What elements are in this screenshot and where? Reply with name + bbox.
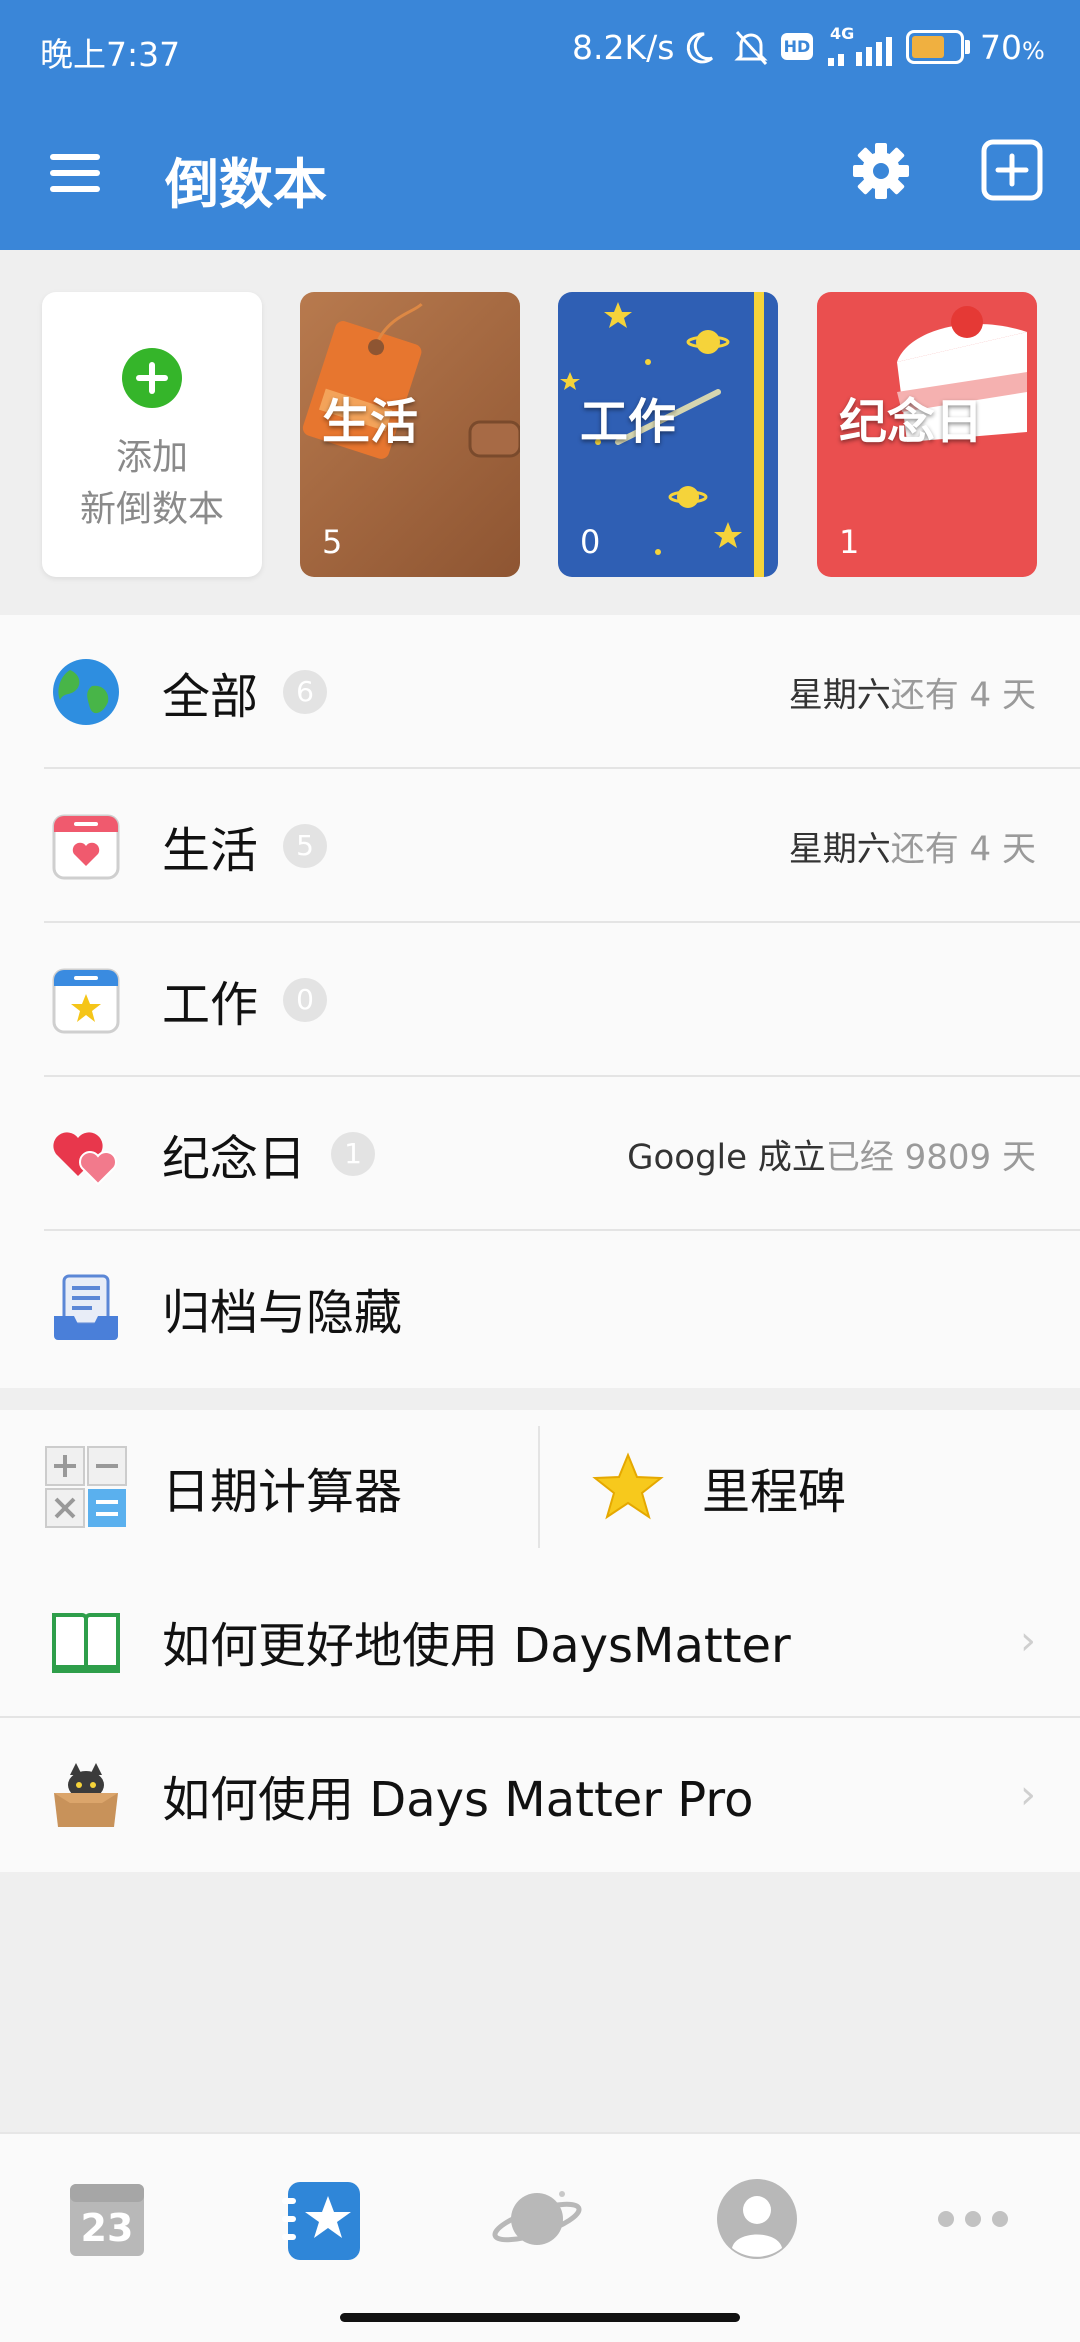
milestones-button[interactable]: 里程碑 [540, 1410, 1080, 1564]
moon-icon [686, 32, 714, 64]
more-icon [938, 2211, 1008, 2227]
notebook-life[interactable]: 生活 5 [300, 292, 520, 577]
add-notebook-card[interactable]: 添加 新倒数本 [42, 292, 262, 577]
status-network-speed: 8.2K/s [572, 28, 675, 67]
bottom-navigation: 23 [0, 2132, 1080, 2342]
milestones-label: 里程碑 [702, 1464, 847, 1520]
nav-calendar[interactable]: 23 [62, 2174, 152, 2264]
nav-calendar-day: 23 [80, 2206, 134, 2250]
profile-icon [717, 2179, 797, 2259]
battery-percent: 70% [980, 28, 1045, 67]
nav-discover[interactable] [492, 2174, 582, 2264]
gear-icon [853, 143, 909, 199]
tools-row: 日期计算器 里程碑 [0, 1410, 1080, 1566]
help-list: 如何更好地使用 DaysMatter › 如何使用 Days Matter Pr… [0, 1564, 1080, 1872]
chevron-right-icon: › [1020, 1772, 1036, 1818]
archive-icon [54, 1274, 118, 1340]
notebook-anniversary-title: 纪念日 [839, 394, 984, 450]
category-all-note: 星期六还有 4 天 [788, 675, 1036, 716]
hd-icon: HD [781, 33, 813, 60]
date-calculator-label: 日期计算器 [162, 1464, 403, 1520]
add-circle-icon [122, 348, 182, 408]
calendar-heart-icon [52, 814, 120, 880]
book-icon [52, 1613, 120, 1673]
category-life-badge: 5 [283, 824, 327, 868]
help-item-pro-label: 如何使用 Days Matter Pro [162, 1772, 754, 1828]
battery-tip [965, 40, 970, 54]
nav-profile[interactable] [712, 2174, 802, 2264]
add-notebook-button[interactable] [980, 138, 1044, 202]
nav-notebooks[interactable] [278, 2174, 368, 2264]
notebook-anniversary-count: 1 [839, 523, 860, 561]
category-life-label: 生活 [162, 823, 259, 879]
notebook-work-count: 0 [580, 523, 601, 561]
notebook-anniversary[interactable]: 纪念日 1 [817, 292, 1037, 577]
category-work[interactable]: 工作 0 [0, 923, 1080, 1077]
notebook-life-title: 生活 [322, 394, 419, 450]
help-item-pro[interactable]: 如何使用 Days Matter Pro › [0, 1718, 1080, 1872]
nav-more[interactable] [928, 2174, 1018, 2264]
mute-bell-icon [734, 30, 768, 66]
category-work-label: 工作 [162, 977, 259, 1033]
notebook-work[interactable]: 工作 0 [558, 292, 778, 577]
add-box-icon [981, 139, 1043, 201]
page-title: 倒数本 [165, 153, 327, 216]
category-archive-label: 归档与隐藏 [162, 1285, 403, 1341]
add-notebook-label-2: 新倒数本 [79, 489, 224, 530]
menu-icon [50, 154, 100, 192]
star-icon [592, 1452, 664, 1520]
hearts-icon [53, 1132, 117, 1186]
category-all-badge: 6 [283, 670, 327, 714]
globe-icon [53, 659, 119, 725]
category-all[interactable]: 全部 6 星期六还有 4 天 [0, 615, 1080, 769]
notebook-work-title: 工作 [580, 394, 677, 450]
signal-icon [828, 37, 892, 66]
calendar-star-icon [52, 968, 120, 1034]
chevron-right-icon: › [1020, 1618, 1036, 1664]
help-item-daysmatter-label: 如何更好地使用 DaysMatter [162, 1618, 791, 1674]
add-notebook-label-1: 添加 [115, 437, 188, 478]
category-anniversary-badge: 1 [331, 1132, 375, 1176]
menu-button[interactable] [48, 150, 102, 196]
category-all-label: 全部 [162, 669, 259, 725]
date-calculator-button[interactable]: 日期计算器 [0, 1410, 538, 1564]
notebook-life-count: 5 [322, 523, 343, 561]
app-header: 晚上7:37 8.2K/s HD 4G 70% 倒数本 [0, 0, 1080, 250]
status-time: 晚上7:37 [40, 35, 181, 74]
category-life-note: 星期六还有 4 天 [788, 829, 1036, 870]
settings-button[interactable] [852, 142, 910, 200]
help-item-daysmatter[interactable]: 如何更好地使用 DaysMatter › [0, 1564, 1080, 1718]
home-indicator[interactable] [340, 2313, 740, 2322]
cat-box-icon [54, 1763, 118, 1827]
battery-icon [906, 30, 964, 64]
category-archive[interactable]: 归档与隐藏 [0, 1231, 1080, 1385]
category-work-badge: 0 [283, 978, 327, 1022]
planet-icon [492, 2191, 582, 2245]
category-anniversary-label: 纪念日 [162, 1131, 307, 1187]
category-anniversary-note: Google 成立已经 9809 天 [627, 1137, 1036, 1178]
category-anniversary[interactable]: 纪念日 1 Google 成立已经 9809 天 [0, 1077, 1080, 1231]
category-life[interactable]: 生活 5 星期六还有 4 天 [0, 769, 1080, 923]
category-list: 全部 6 星期六还有 4 天 生活 5 星期六还有 4 天 工作 0 纪念日 1… [0, 615, 1080, 1388]
calculator-icon [45, 1446, 127, 1528]
starred-icon [282, 2182, 360, 2260]
